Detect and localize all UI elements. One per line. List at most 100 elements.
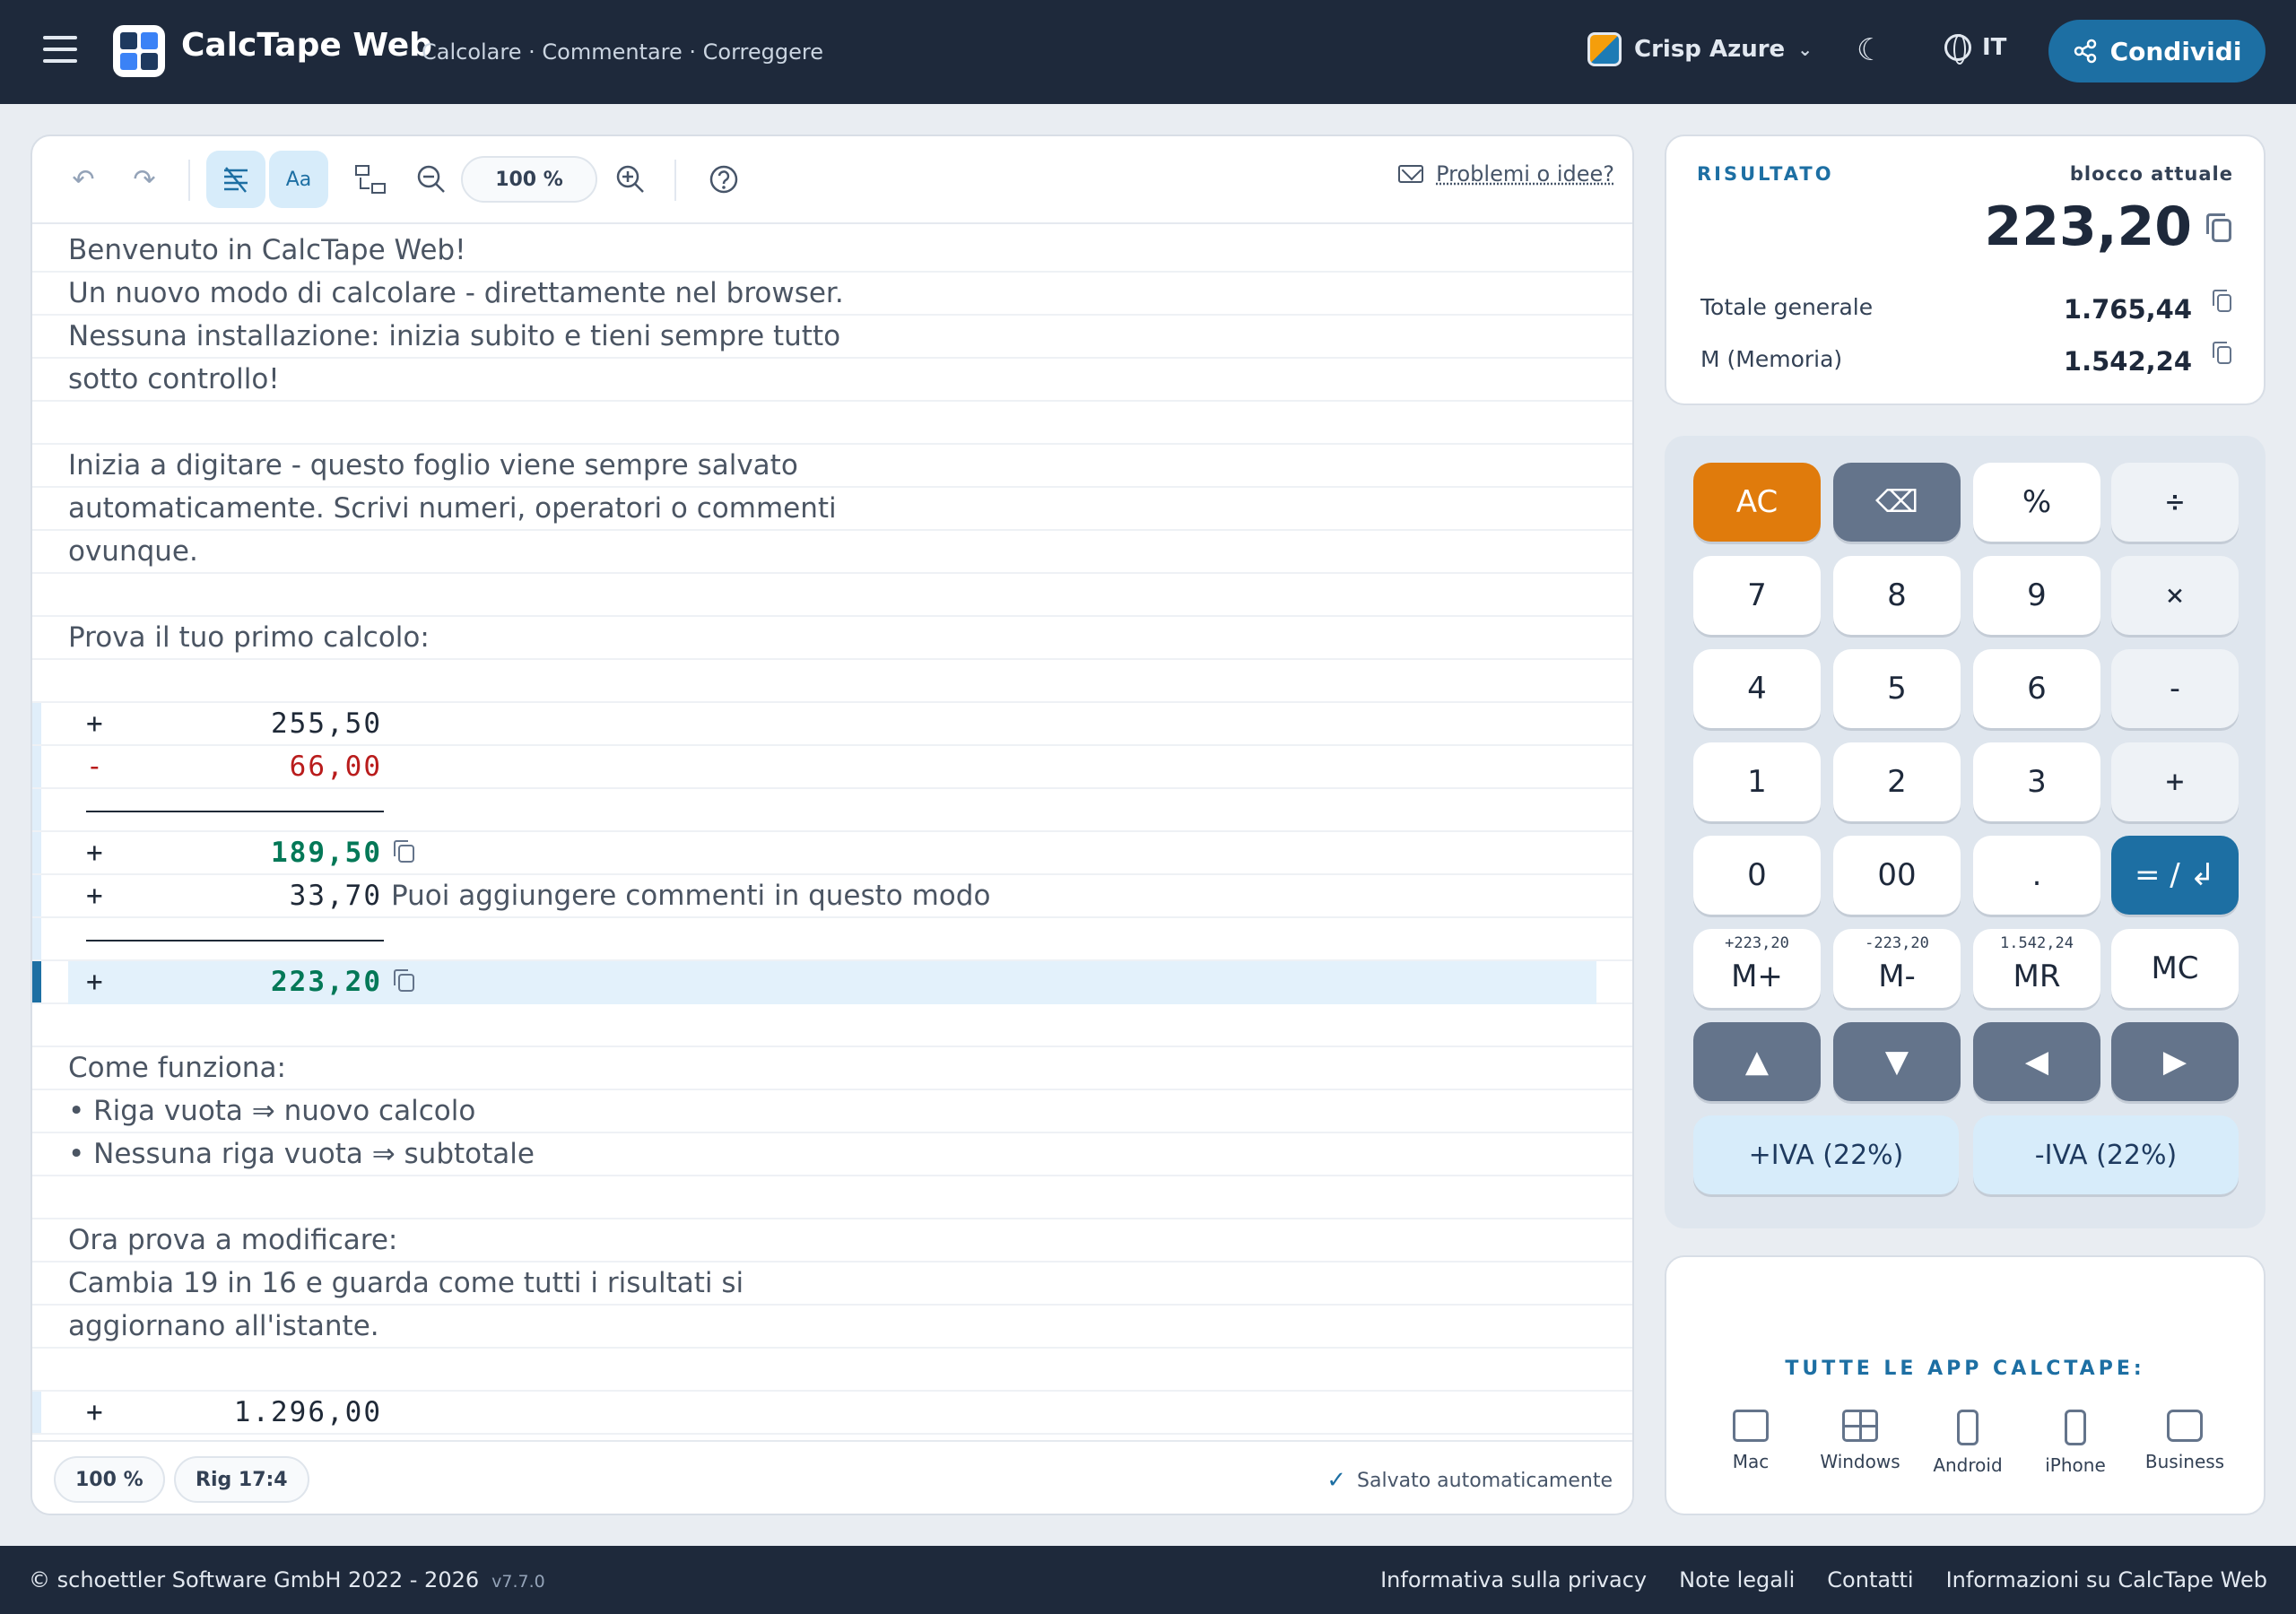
key-2[interactable]: 2 (1833, 742, 1961, 821)
tape-line[interactable]: Nessuna installazione: inizia subito e t… (32, 316, 1632, 359)
key-0[interactable]: 0 (1693, 836, 1821, 915)
undo-icon[interactable]: ↶ (59, 151, 108, 208)
key-arrow-left[interactable]: ◀ (1973, 1022, 2100, 1101)
key-7[interactable]: 7 (1693, 556, 1821, 635)
key-divide[interactable]: ÷ (2111, 463, 2239, 542)
key-memory-recall[interactable]: 1.542,24 MR (1973, 929, 2100, 1008)
footer: © schoettler Software GmbH 2022 - 2026 v7… (0, 1546, 2296, 1614)
tape-line[interactable]: - 66,00 (32, 746, 1632, 789)
memory-minus-hint: -223,20 (1865, 934, 1929, 952)
key-3[interactable]: 3 (1973, 742, 2100, 821)
chevron-down-icon: ⌄ (1797, 39, 1813, 60)
tape-line[interactable]: aggiornano all'istante. (32, 1306, 1632, 1349)
tape-lines[interactable]: Benvenuto in CalcTape Web! Un nuovo modo … (32, 230, 1632, 1435)
key-backspace[interactable]: ⌫ (1833, 463, 1961, 542)
share-button[interactable]: Condividi (2048, 20, 2266, 82)
tape-line[interactable]: Inizia a digitare - questo foglio viene … (32, 445, 1632, 488)
format-lines-icon[interactable] (206, 151, 265, 208)
memory-plus-label: M+ (1731, 959, 1783, 994)
app-label: Android (1933, 1454, 2003, 1476)
number-format-icon[interactable] (341, 151, 400, 208)
tape-line[interactable]: +255,50 (32, 703, 1632, 746)
top-bar: CalcTape Web Calcolare · Commentare · Co… (0, 0, 2296, 104)
key-4[interactable]: 4 (1693, 649, 1821, 728)
tape-line[interactable]: ovunque. (32, 531, 1632, 574)
theme-selector[interactable]: Crisp Azure ⌄ (1587, 32, 1813, 66)
memory-recall-hint: 1.542,24 (2000, 934, 2074, 952)
key-percent[interactable]: % (1973, 463, 2100, 542)
app-link-business[interactable]: Business (2131, 1410, 2239, 1472)
tape-line[interactable]: +1.296,00 (32, 1392, 1632, 1435)
tape-line[interactable]: • Nessuna riga vuota ⇒ subtotale (32, 1133, 1632, 1176)
key-add-vat[interactable]: +IVA (22%) (1693, 1115, 1959, 1194)
tape-line[interactable]: Benvenuto in CalcTape Web! (32, 230, 1632, 273)
key-memory-clear[interactable]: MC (2111, 929, 2239, 1008)
key-00[interactable]: 00 (1833, 836, 1961, 915)
tape-line[interactable] (32, 1176, 1632, 1219)
tape-line[interactable] (32, 402, 1632, 445)
tape-line[interactable]: Un nuovo modo di calcolare - direttament… (32, 273, 1632, 316)
font-style-button[interactable]: Aa (269, 151, 328, 208)
hamburger-icon[interactable] (43, 36, 77, 63)
tape-line[interactable] (32, 918, 1632, 961)
help-icon[interactable] (698, 151, 750, 208)
copy-icon[interactable] (394, 840, 414, 863)
key-plus[interactable]: + (2111, 742, 2239, 821)
copy-icon[interactable] (394, 969, 414, 992)
key-remove-vat[interactable]: -IVA (22%) (1973, 1115, 2239, 1194)
tape-line[interactable]: Ora prova a modificare: (32, 1219, 1632, 1263)
footer-link-legal[interactable]: Note legali (1679, 1567, 1795, 1592)
tape-operator: - (86, 751, 103, 783)
app-link-mac[interactable]: Mac (1697, 1410, 1805, 1472)
feedback-link[interactable]: Problemi o idee? (1398, 161, 1614, 187)
key-equals-enter[interactable]: = / ↲ (2111, 836, 2239, 915)
key-minus[interactable]: - (2111, 649, 2239, 728)
key-6[interactable]: 6 (1973, 649, 2100, 728)
copy-memory-icon[interactable] (2213, 342, 2231, 364)
tape-line[interactable] (32, 574, 1632, 617)
key-memory-plus[interactable]: +223,20 M+ (1693, 929, 1821, 1008)
key-decimal[interactable]: . (1973, 836, 2100, 915)
tape-line[interactable]: sotto controllo! (32, 359, 1632, 402)
key-8[interactable]: 8 (1833, 556, 1961, 635)
app-link-iphone[interactable]: iPhone (2022, 1410, 2129, 1476)
key-arrow-down[interactable]: ▼ (1833, 1022, 1961, 1101)
zoom-in-icon[interactable] (606, 151, 655, 208)
footer-link-contact[interactable]: Contatti (1827, 1567, 1913, 1592)
key-9[interactable]: 9 (1973, 556, 2100, 635)
tape-line[interactable] (32, 1349, 1632, 1392)
key-memory-minus[interactable]: -223,20 M- (1833, 929, 1961, 1008)
tape-line[interactable]: Come funziona: (32, 1047, 1632, 1090)
key-1[interactable]: 1 (1693, 742, 1821, 821)
tape-line[interactable]: Prova il tuo primo calcolo: (32, 617, 1632, 660)
tape-line[interactable] (32, 1004, 1632, 1047)
key-multiply[interactable]: × (2111, 556, 2239, 635)
app-link-android[interactable]: Android (1914, 1410, 2022, 1476)
mail-icon (1398, 165, 1424, 183)
autosave-label: Salvato automaticamente (1357, 1469, 1613, 1492)
redo-icon[interactable]: ↷ (120, 151, 169, 208)
tape-line[interactable]: automaticamente. Scrivi numeri, operator… (32, 488, 1632, 531)
dark-mode-moon-icon[interactable]: ☾ (1857, 32, 1883, 68)
tape-line[interactable]: +33,70 Puoi aggiungere commenti in questo… (32, 875, 1632, 918)
tape-line[interactable]: • Riga vuota ⇒ nuovo calcolo (32, 1090, 1632, 1133)
zoom-out-icon[interactable] (407, 151, 456, 208)
key-5[interactable]: 5 (1833, 649, 1961, 728)
tape-line[interactable]: +223,20 (32, 961, 1632, 1004)
app-link-windows[interactable]: Windows (1806, 1410, 1914, 1472)
footer-link-about[interactable]: Informazioni su CalcTape Web (1946, 1567, 2267, 1592)
tape-line[interactable] (32, 789, 1632, 832)
toolbar-divider (674, 160, 676, 201)
copy-grand-total-icon[interactable] (2213, 290, 2231, 312)
tape-operator: + (86, 880, 103, 912)
footer-link-privacy[interactable]: Informativa sulla privacy (1380, 1567, 1647, 1592)
copy-result-icon[interactable] (2206, 213, 2231, 242)
tape-line[interactable]: +189,50 (32, 832, 1632, 875)
tape-line[interactable]: Cambia 19 in 16 e guarda come tutti i ri… (32, 1263, 1632, 1306)
key-arrow-up[interactable]: ▲ (1693, 1022, 1821, 1101)
key-arrow-right[interactable]: ▶ (2111, 1022, 2239, 1101)
language-selector[interactable]: IT (1944, 34, 2006, 65)
tape-number: 255,50 (271, 707, 382, 740)
key-ac[interactable]: AC (1693, 463, 1821, 542)
tape-line[interactable] (32, 660, 1632, 703)
